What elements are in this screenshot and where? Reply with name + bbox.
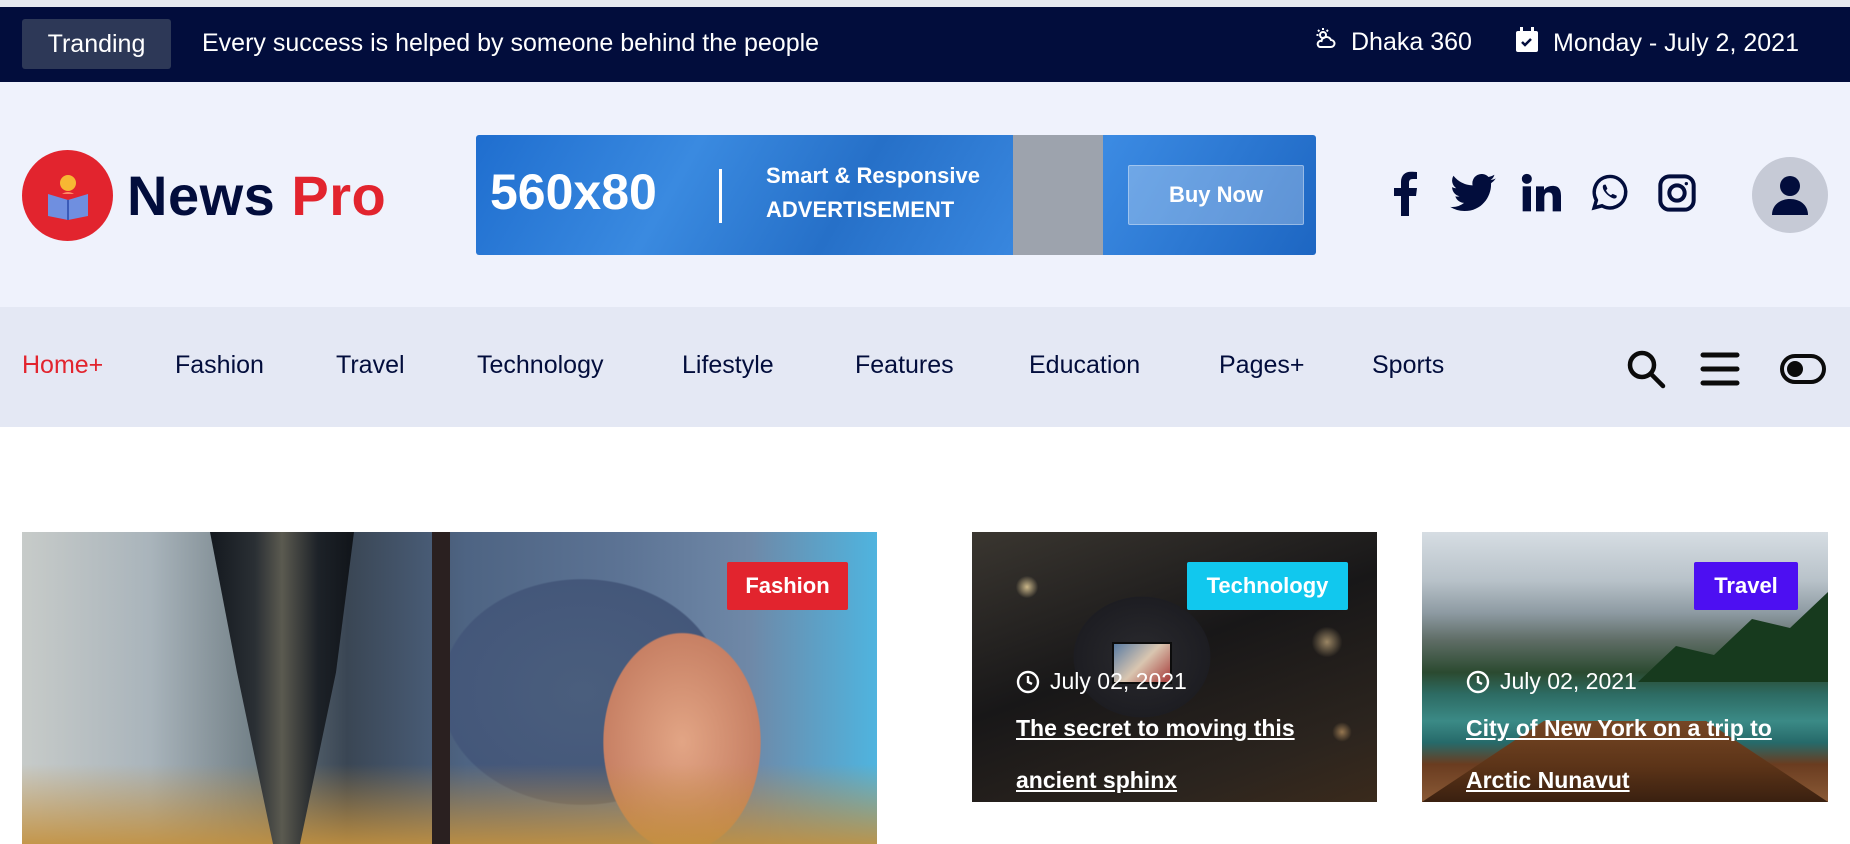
clock-icon bbox=[1466, 670, 1490, 693]
nav-item-technology[interactable]: Technology bbox=[477, 351, 603, 380]
weather-cloud-icon bbox=[1313, 27, 1337, 58]
category-tag-fashion[interactable]: Fashion bbox=[727, 562, 848, 610]
top-bar: Tranding Every success is helped by some… bbox=[0, 7, 1850, 82]
ad-subtitle: ADVERTISEMENT bbox=[766, 197, 955, 222]
user-avatar-button[interactable] bbox=[1752, 157, 1828, 233]
date-text: Monday - July 2, 2021 bbox=[1553, 29, 1799, 57]
card-date-text: July 02, 2021 bbox=[1050, 668, 1187, 694]
ad-placeholder-block bbox=[1013, 135, 1103, 255]
category-tag-travel[interactable]: Travel bbox=[1694, 562, 1798, 610]
card-date: July 02, 2021 bbox=[1016, 668, 1187, 695]
category-tag-technology[interactable]: Technology bbox=[1187, 562, 1348, 610]
nav-item-travel[interactable]: Travel bbox=[336, 351, 405, 380]
trending-badge: Tranding bbox=[22, 19, 171, 69]
nav-item-fashion[interactable]: Fashion bbox=[175, 351, 264, 380]
nav-item-features[interactable]: Features bbox=[855, 351, 954, 380]
ad-tagline: Smart & Responsive bbox=[766, 163, 980, 188]
main-navigation: Home+ Fashion Travel Technology Lifestyl… bbox=[0, 307, 1850, 427]
whatsapp-icon[interactable] bbox=[1586, 170, 1632, 216]
social-links bbox=[1382, 170, 1700, 216]
ad-banner[interactable]: 560x80 Smart & Responsive ADVERTISEMENT … bbox=[476, 135, 1316, 255]
menu-icon[interactable] bbox=[1698, 347, 1742, 391]
facebook-icon[interactable] bbox=[1382, 170, 1428, 216]
logo-wordmark: News Pro bbox=[127, 163, 386, 228]
card-date-text: July 02, 2021 bbox=[1500, 668, 1637, 694]
feature-card-travel[interactable]: Travel July 02, 2021 City of New York on… bbox=[1422, 532, 1828, 802]
logo-word-pro: Pro bbox=[291, 164, 387, 227]
user-icon bbox=[1772, 176, 1808, 215]
nav-item-education[interactable]: Education bbox=[1029, 351, 1140, 380]
site-logo[interactable]: News Pro bbox=[22, 150, 386, 241]
weather-widget: Dhaka 360 bbox=[1313, 27, 1472, 58]
clock-icon bbox=[1016, 670, 1040, 693]
logo-word-news: News bbox=[127, 164, 276, 227]
ad-divider bbox=[719, 169, 722, 223]
scissor-image bbox=[432, 532, 450, 844]
buy-now-button[interactable]: Buy Now bbox=[1128, 165, 1304, 225]
card-date: July 02, 2021 bbox=[1466, 668, 1637, 695]
nav-item-pages[interactable]: Pages+ bbox=[1219, 351, 1305, 380]
dark-mode-toggle-icon[interactable] bbox=[1779, 347, 1827, 391]
trending-headline[interactable]: Every success is helped by someone behin… bbox=[202, 29, 819, 58]
logo-reader-icon bbox=[22, 150, 113, 241]
nav-item-lifestyle[interactable]: Lifestyle bbox=[682, 351, 774, 380]
sewing-machine-image bbox=[210, 532, 354, 844]
ad-size-label: 560x80 bbox=[490, 164, 657, 220]
nav-item-home[interactable]: Home+ bbox=[22, 351, 103, 380]
feature-card-technology[interactable]: Technology July 02, 2021 The secret to m… bbox=[972, 532, 1377, 802]
date-widget: Monday - July 2, 2021 bbox=[1515, 27, 1799, 60]
nav-item-sports[interactable]: Sports bbox=[1372, 351, 1444, 380]
weather-text: Dhaka 360 bbox=[1351, 28, 1472, 56]
calendar-icon bbox=[1515, 27, 1539, 60]
card-title-link[interactable]: City of New York on a trip to Arctic Nun… bbox=[1466, 702, 1806, 802]
instagram-icon[interactable] bbox=[1654, 170, 1700, 216]
feature-card-fashion[interactable]: Fashion bbox=[22, 532, 877, 844]
linkedin-icon[interactable] bbox=[1518, 170, 1564, 216]
twitter-icon[interactable] bbox=[1450, 170, 1496, 216]
card-title-link[interactable]: The secret to moving this ancient sphinx bbox=[1016, 702, 1336, 802]
top-border bbox=[0, 0, 1850, 7]
site-header: News Pro 560x80 Smart & Responsive ADVER… bbox=[0, 82, 1850, 307]
search-icon[interactable] bbox=[1624, 347, 1668, 391]
